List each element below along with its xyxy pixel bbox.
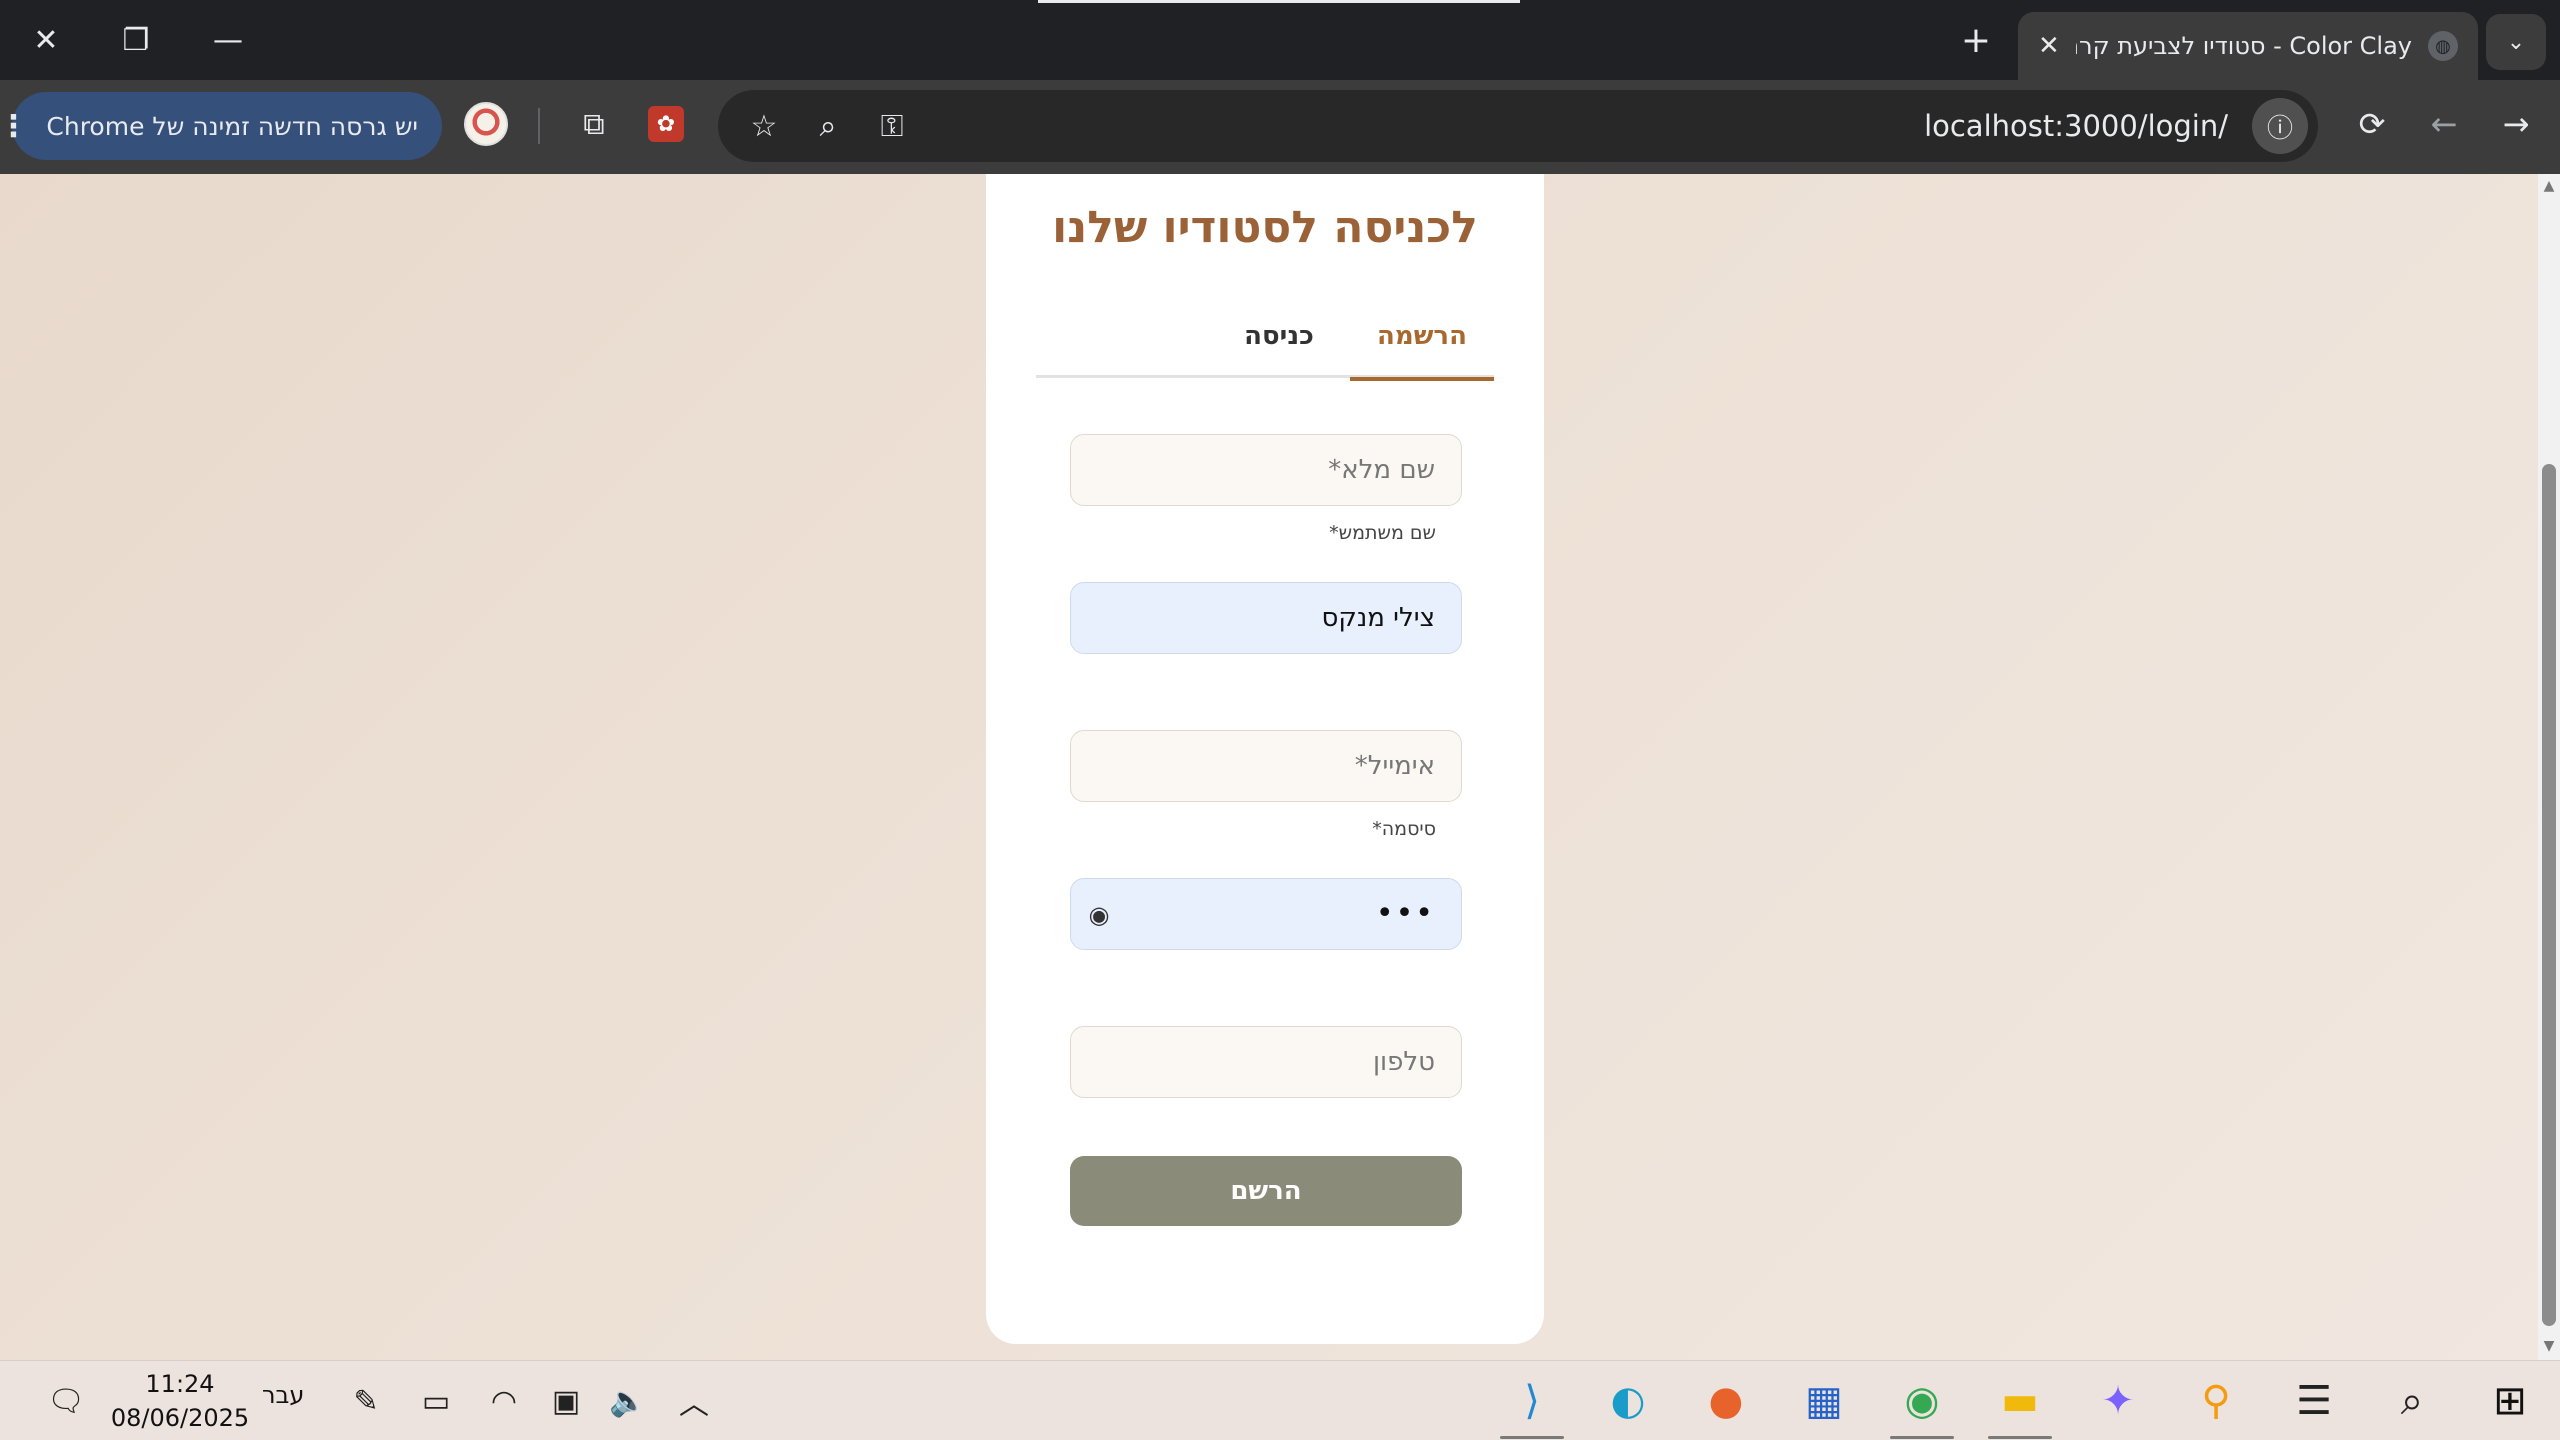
- eye-icon[interactable]: ◉: [1085, 901, 1113, 929]
- chrome-update-button[interactable]: יש גרסה חדשה זמינה של Chrome ⋮: [0, 92, 442, 160]
- camera-icon[interactable]: ▣: [544, 1379, 588, 1423]
- username-value: צילי מנקס: [1321, 603, 1435, 633]
- tab-indicator: [1038, 0, 1520, 3]
- browser-tab-active[interactable]: ◍ Color Clay - סטודיו לצביעת קרמיקה ✕: [2018, 12, 2478, 80]
- menu-dots-icon: ⋮: [0, 108, 29, 144]
- notifications-icon[interactable]: 🗨: [44, 1379, 88, 1423]
- chevron-up-icon[interactable]: ︿: [672, 1379, 716, 1423]
- address-bar[interactable]: ☆ ⌕ ⚿ localhost:3000/login/ ⓘ: [718, 90, 2318, 162]
- vscode-icon[interactable]: ⟩: [1500, 1369, 1564, 1439]
- chevron-down-icon: ⌄: [2506, 29, 2526, 55]
- clock-time: 11:24: [145, 1370, 215, 1398]
- browser-toolbar: יש גרסה חדשה זמינה של Chrome ⋮ ⧉ ✿ ☆ ⌕ ⚿…: [0, 80, 2560, 174]
- password-key-icon[interactable]: ⚿: [868, 102, 916, 150]
- phone-placeholder: טלפון: [1372, 1047, 1435, 1077]
- edge-icon[interactable]: ◐: [1596, 1369, 1660, 1433]
- star-icon[interactable]: ☆: [740, 102, 788, 150]
- minimize-icon: —: [213, 22, 243, 58]
- page-scrollbar[interactable]: ▲ ▼: [2538, 174, 2560, 1360]
- chrome-icon[interactable]: ◉: [1890, 1369, 1954, 1439]
- tab-close-icon[interactable]: ✕: [2038, 31, 2060, 61]
- volume-icon[interactable]: 🔈: [606, 1379, 650, 1423]
- username-label: שם משתמש*: [1329, 522, 1436, 544]
- update-text: יש גרסה חדשה זמינה של Chrome: [46, 111, 418, 141]
- browser-tab-strip: ✕ ❐ — + ◍ Color Clay - סטודיו לצביעת קרמ…: [0, 0, 2560, 80]
- password-value: •••: [1375, 896, 1435, 931]
- username-field[interactable]: צילי מנקס: [1070, 582, 1462, 654]
- search-icon[interactable]: ⌕: [2380, 1369, 2444, 1433]
- start-icon[interactable]: ⊞: [2478, 1369, 2542, 1433]
- auth-tabs: הרשמה כניסה: [1036, 294, 1494, 381]
- windows-taskbar: 🗨 11:24 08/06/2025 עבר ✎ ▭ ◠ ▣ 🔈 ︿ ⟩ ◐ ●…: [0, 1360, 2560, 1440]
- store-icon[interactable]: ▦: [1792, 1369, 1856, 1433]
- restore-icon: ❐: [122, 22, 150, 58]
- toolbar-divider: [538, 108, 540, 144]
- restore-window-button[interactable]: ❐: [90, 0, 182, 80]
- scrollbar-thumb[interactable]: [2542, 464, 2556, 1326]
- tab-login[interactable]: כניסה: [1214, 294, 1344, 378]
- full-name-placeholder: שם מלא*: [1328, 455, 1435, 485]
- system-clock[interactable]: 11:24 08/06/2025: [110, 1367, 250, 1435]
- arrow-left-icon: ←: [2430, 105, 2458, 143]
- scroll-down-arrow-icon[interactable]: ▼: [2540, 1338, 2558, 1356]
- reload-icon: ⟳: [2358, 105, 2386, 143]
- copilot-icon[interactable]: ✦: [2086, 1369, 2150, 1433]
- site-info-icon[interactable]: ⓘ: [2252, 98, 2308, 154]
- firefox-icon[interactable]: ●: [1694, 1369, 1758, 1433]
- new-tab-button[interactable]: +: [1950, 14, 2002, 66]
- scroll-up-arrow-icon[interactable]: ▲: [2540, 178, 2558, 196]
- pen-icon[interactable]: ✎: [344, 1379, 388, 1423]
- zoom-icon[interactable]: ⌕: [804, 102, 852, 150]
- close-window-button[interactable]: ✕: [0, 0, 92, 80]
- auth-card: לכניסה לסטודיו שלנו הרשמה כניסה שם מלא* …: [986, 174, 1544, 1344]
- extensions-icon[interactable]: ⧉: [570, 100, 618, 148]
- globe-icon: ◍: [2428, 31, 2458, 61]
- register-button[interactable]: הרשם: [1070, 1156, 1462, 1226]
- battery-icon[interactable]: ▭: [414, 1379, 458, 1423]
- url-text[interactable]: localhost:3000/login/: [1924, 90, 2228, 162]
- close-icon: ✕: [33, 22, 59, 58]
- reload-button[interactable]: ⟳: [2342, 94, 2402, 154]
- page-viewport: לכניסה לסטודיו שלנו הרשמה כניסה שם מלא* …: [0, 174, 2560, 1360]
- tab-title: Color Clay - סטודיו לצביעת קרמיקה: [2076, 32, 2412, 60]
- language-indicator[interactable]: עבר: [262, 1381, 304, 1409]
- minimize-window-button[interactable]: —: [182, 0, 274, 80]
- full-name-field[interactable]: שם מלא*: [1070, 434, 1462, 506]
- page-title: לכניסה לסטודיו שלנו: [1052, 202, 1478, 253]
- clock-date: 08/06/2025: [110, 1404, 250, 1432]
- extension-app-icon[interactable]: ✿: [648, 106, 684, 142]
- file-explorer-icon[interactable]: ▬: [1988, 1369, 2052, 1439]
- arrow-right-icon: →: [2502, 105, 2530, 143]
- task-view-icon[interactable]: ☰: [2282, 1369, 2346, 1433]
- password-label: סיסמה*: [1372, 818, 1436, 840]
- password-field[interactable]: ••• ◉: [1070, 878, 1462, 950]
- tab-register[interactable]: הרשמה: [1350, 294, 1494, 381]
- plus-icon: +: [1960, 19, 1992, 61]
- email-placeholder: אימייל*: [1354, 751, 1435, 781]
- tab-list-button[interactable]: ⌄: [2486, 14, 2546, 70]
- search-app-icon[interactable]: ⚲: [2184, 1369, 2248, 1433]
- forward-button[interactable]: →: [2486, 94, 2546, 154]
- phone-field[interactable]: טלפון: [1070, 1026, 1462, 1098]
- profile-avatar[interactable]: [464, 102, 508, 146]
- wifi-icon[interactable]: ◠: [482, 1379, 526, 1423]
- email-field[interactable]: אימייל*: [1070, 730, 1462, 802]
- back-button[interactable]: ←: [2414, 94, 2474, 154]
